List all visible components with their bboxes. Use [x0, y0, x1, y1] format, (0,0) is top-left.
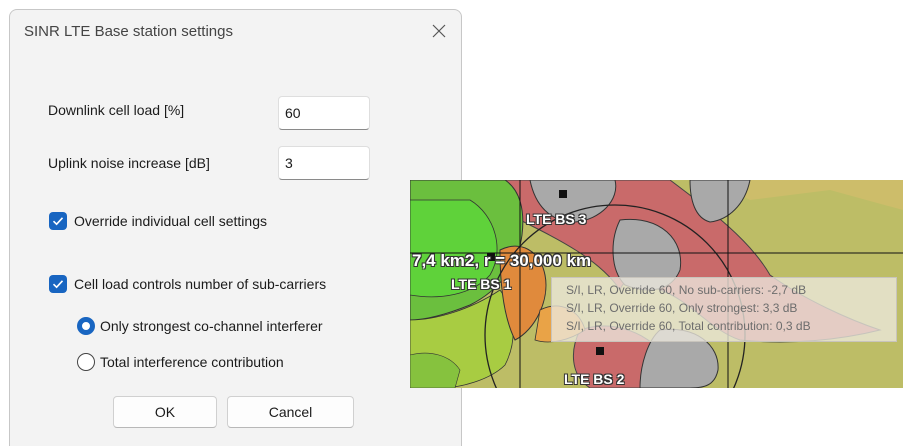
- close-icon[interactable]: [428, 20, 450, 42]
- radio-only-strongest[interactable]: [77, 317, 95, 335]
- bs3-label: LTE BS 3: [526, 211, 587, 227]
- checkmark-icon: [52, 280, 64, 289]
- override-checkbox[interactable]: [49, 212, 67, 230]
- downlink-cell-load-label: Downlink cell load [%]: [48, 102, 185, 118]
- override-label: Override individual cell settings: [74, 213, 267, 229]
- bs1-label: LTE BS 1: [451, 276, 512, 292]
- bs2-label: LTE BS 2: [564, 371, 625, 387]
- uplink-noise-input[interactable]: [278, 146, 370, 180]
- downlink-cell-load-input[interactable]: [278, 96, 370, 130]
- cancel-button[interactable]: Cancel: [227, 396, 354, 428]
- checkmark-icon: [52, 217, 64, 226]
- tooltip-line: S/I, LR, Override 60, Total contribution…: [566, 319, 811, 333]
- measure-label: 7,4 km2, r = 30,000 km: [412, 251, 592, 270]
- settings-dialog: SINR LTE Base station settings Downlink …: [9, 9, 462, 446]
- map-tooltip: S/I, LR, Override 60, No sub-carriers: -…: [551, 277, 897, 342]
- radio-total-contribution[interactable]: [77, 353, 95, 371]
- cell-load-label: Cell load controls number of sub-carrier…: [74, 276, 327, 292]
- bs3-marker: [559, 190, 567, 198]
- ok-button[interactable]: OK: [113, 396, 217, 428]
- radio-only-strongest-label: Only strongest co-channel interferer: [100, 318, 323, 334]
- tooltip-line: S/I, LR, Override 60, Only strongest: 3,…: [566, 301, 798, 315]
- cell-load-checkbox[interactable]: [49, 275, 67, 293]
- uplink-noise-label: Uplink noise increase [dB]: [48, 155, 210, 171]
- bs2-marker: [596, 347, 604, 355]
- dialog-title: SINR LTE Base station settings: [24, 23, 233, 40]
- radio-total-contribution-label: Total interference contribution: [100, 354, 284, 370]
- tooltip-line: S/I, LR, Override 60, No sub-carriers: -…: [566, 283, 807, 297]
